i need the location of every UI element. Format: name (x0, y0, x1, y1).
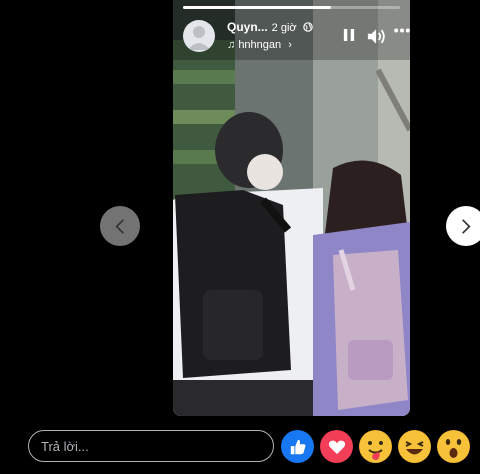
wow-face-icon (437, 430, 470, 463)
pause-icon (343, 29, 355, 41)
music-note-icon: ♫ (227, 39, 236, 51)
chevron-right-icon (462, 218, 471, 234)
story-music-name: hnhngan (238, 39, 282, 51)
story-progress-bar (183, 6, 400, 9)
volume-icon (367, 29, 385, 44)
laughing-face-icon (398, 430, 431, 463)
care-reaction-button[interactable] (359, 430, 392, 463)
chevron-left-icon (115, 218, 124, 234)
story-viewer[interactable]: PIYO Quyn...2 giờ ♫ (173, 0, 410, 416)
story-photo: PIYO (173, 0, 410, 416)
story-author-row: Quyn... 2 giờ (227, 20, 313, 35)
next-story-button[interactable] (446, 206, 480, 246)
story-header: Quyn... 2 giờ ♫ hnhngan › (183, 18, 410, 58)
love-reaction-button[interactable] (320, 430, 353, 463)
haha-reaction-button[interactable] (398, 430, 431, 463)
like-reaction-button[interactable] (281, 430, 314, 463)
more-icon (394, 28, 410, 33)
wow-reaction-button[interactable] (437, 430, 470, 463)
chevron-right-icon: › (288, 39, 292, 51)
volume-button[interactable] (367, 28, 387, 45)
story-author-name[interactable]: Quyn... (227, 20, 268, 34)
avatar-placeholder-icon (188, 26, 210, 50)
heart-icon (328, 440, 345, 454)
reply-input[interactable] (28, 430, 274, 462)
previous-story-button[interactable] (100, 206, 140, 246)
pause-button[interactable] (343, 28, 355, 42)
thumbs-up-icon (290, 439, 305, 454)
story-music-row[interactable]: ♫ hnhngan › (227, 39, 292, 51)
reactions-bar (281, 430, 470, 463)
story-progress-fill (183, 6, 331, 9)
story-time: 2 giờ (271, 22, 297, 34)
globe-icon (303, 21, 313, 35)
care-face-icon (359, 430, 392, 463)
more-options-button[interactable] (393, 28, 410, 33)
avatar[interactable] (183, 20, 215, 52)
